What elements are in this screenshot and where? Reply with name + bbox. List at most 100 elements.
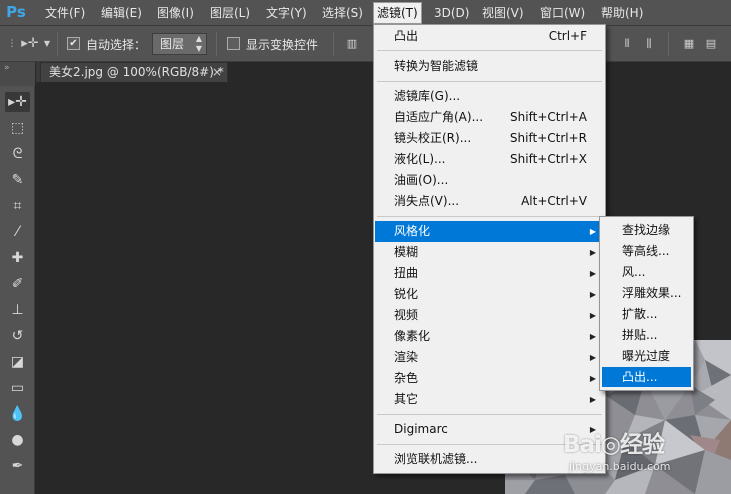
stylize-submenu: 查找边缘 等高线... 风... 浮雕效果... 扩散... 拼贴... 曝光过… xyxy=(599,216,694,391)
auto-select-checkbox[interactable]: ✔ xyxy=(67,37,80,50)
rectangular-marquee-tool-icon[interactable]: ⬚ xyxy=(5,118,30,138)
menu-item-label: 凸出 xyxy=(394,29,419,43)
separator xyxy=(668,32,669,56)
submenu-arrow-icon: ▶ xyxy=(589,269,596,278)
menu-item-stylize[interactable]: 风格化 ▶ xyxy=(375,221,604,242)
menu-window[interactable]: 窗口(W) xyxy=(537,3,588,23)
blur-tool-icon[interactable]: 💧 xyxy=(5,404,30,424)
menu-item-pixelate[interactable]: 像素化 ▶ xyxy=(375,326,604,347)
separator xyxy=(57,32,58,56)
submenu-item-wind[interactable]: 风... xyxy=(602,262,691,282)
menu-item-filter-gallery[interactable]: 滤镜库(G)... xyxy=(375,86,604,107)
gradient-tool-icon[interactable]: ▭ xyxy=(5,378,30,398)
move-tool-preset-icon[interactable]: ▸✛ xyxy=(20,37,40,51)
filter-menu-dropdown: 凸出 Ctrl+F 转换为智能滤镜 滤镜库(G)... 自适应广角(A)... … xyxy=(373,24,606,474)
eraser-tool-icon[interactable]: ◪ xyxy=(5,352,30,372)
eyedropper-tool-icon[interactable]: ⁄ xyxy=(5,222,30,242)
menu-item-lens-correction[interactable]: 镜头校正(R)... Shift+Ctrl+R xyxy=(375,128,604,149)
dodge-tool-icon[interactable]: ● xyxy=(5,430,30,450)
brush-tool-icon[interactable]: ✐ xyxy=(5,274,30,294)
show-transform-controls-checkbox[interactable] xyxy=(227,37,240,50)
menu-item-convert-smart-filters[interactable]: 转换为智能滤镜 xyxy=(375,56,604,77)
menu-item-label: 模糊 xyxy=(394,245,419,259)
separator xyxy=(216,32,217,56)
menu-separator xyxy=(377,50,602,51)
submenu-arrow-icon: ▶ xyxy=(589,395,596,404)
3d-mode-icon[interactable]: ▤ xyxy=(704,37,718,51)
submenu-item-trace-contour[interactable]: 等高线... xyxy=(602,241,691,261)
submenu-item-diffuse[interactable]: 扩散... xyxy=(602,304,691,324)
submenu-item-tiles[interactable]: 拼贴... xyxy=(602,325,691,345)
menu-layer[interactable]: 图层(L) xyxy=(207,3,253,23)
history-brush-tool-icon[interactable]: ↺ xyxy=(5,326,30,346)
chevron-down-icon[interactable]: ▼ xyxy=(42,37,52,51)
submenu-item-extrude[interactable]: 凸出... xyxy=(602,367,691,387)
submenu-arrow-icon: ▶ xyxy=(589,374,596,383)
dropdown-value: 图层 xyxy=(160,37,185,51)
spot-healing-brush-tool-icon[interactable]: ✚ xyxy=(5,248,30,268)
photoshop-logo: Ps xyxy=(6,3,26,21)
close-icon[interactable]: × xyxy=(212,63,222,82)
up-down-arrows-icon: ▲ ▼ xyxy=(195,34,202,53)
document-tab-title: 美女2.jpg @ 100%(RGB/8#) * xyxy=(49,65,224,79)
menu-item-video[interactable]: 视频 ▶ xyxy=(375,305,604,326)
quick-selection-tool-icon[interactable]: ✎ xyxy=(5,170,30,190)
document-tab[interactable]: 美女2.jpg @ 100%(RGB/8#) * × xyxy=(40,62,228,82)
submenu-arrow-icon: ▶ xyxy=(589,248,596,257)
clone-stamp-tool-icon[interactable]: ⊥ xyxy=(5,300,30,320)
menu-item-shortcut: Ctrl+F xyxy=(548,29,587,43)
pen-tool-icon[interactable]: ✒ xyxy=(5,456,30,476)
menu-item-oil-paint[interactable]: 油画(O)... xyxy=(375,170,604,191)
crop-tool-icon[interactable]: ⌗ xyxy=(5,196,30,216)
align-top-edges-icon[interactable]: ▥ xyxy=(345,37,359,51)
menu-item-label: 液化(L)... xyxy=(394,152,446,166)
menu-item-vanishing-point[interactable]: 消失点(V)... Alt+Ctrl+V xyxy=(375,191,604,212)
panel-collapse-icon[interactable]: » xyxy=(0,62,35,86)
menu-item-label: 像素化 xyxy=(394,329,431,343)
distribute-right-edges-icon[interactable]: ⫼ xyxy=(642,37,656,51)
move-tool-icon[interactable]: ▸✛ xyxy=(5,92,30,112)
menu-item-label: 风格化 xyxy=(394,224,431,238)
menu-separator xyxy=(377,414,602,415)
menu-type[interactable]: 文字(Y) xyxy=(263,3,310,23)
menu-item-blur[interactable]: 模糊 ▶ xyxy=(375,242,604,263)
menu-item-liquify[interactable]: 液化(L)... Shift+Ctrl+X xyxy=(375,149,604,170)
menu-item-distort[interactable]: 扭曲 ▶ xyxy=(375,263,604,284)
menu-item-sharpen[interactable]: 锐化 ▶ xyxy=(375,284,604,305)
distribute-horizontal-centers-icon[interactable]: ⫴ xyxy=(620,37,634,51)
menu-item-last-filter[interactable]: 凸出 Ctrl+F xyxy=(375,26,604,47)
lasso-tool-icon[interactable]: ᘓ xyxy=(5,144,30,164)
menu-item-render[interactable]: 渲染 ▶ xyxy=(375,347,604,368)
submenu-arrow-icon: ▶ xyxy=(589,227,596,236)
watermark-logo: Bai◎经验 xyxy=(563,432,665,458)
menu-item-adaptive-wide-angle[interactable]: 自适应广角(A)... Shift+Ctrl+A xyxy=(375,107,604,128)
menu-item-shortcut: Alt+Ctrl+V xyxy=(521,194,587,208)
submenu-item-emboss[interactable]: 浮雕效果... xyxy=(602,283,691,303)
menu-view[interactable]: 视图(V) xyxy=(479,3,527,23)
menu-item-label: 浏览联机滤镜... xyxy=(394,452,478,466)
menu-help[interactable]: 帮助(H) xyxy=(598,3,646,23)
submenu-arrow-icon: ▶ xyxy=(589,353,596,362)
submenu-item-solarize[interactable]: 曝光过度 xyxy=(602,346,691,366)
menu-edit[interactable]: 编辑(E) xyxy=(98,3,145,23)
watermark-url: jingyan.baidu.com xyxy=(569,460,671,473)
auto-align-layers-icon[interactable]: ▦ xyxy=(682,37,696,51)
auto-select-label: 自动选择： xyxy=(86,38,147,52)
menu-select[interactable]: 选择(S) xyxy=(319,3,366,23)
menu-item-label: 其它 xyxy=(394,392,419,406)
menu-3d[interactable]: 3D(D) xyxy=(431,3,472,23)
separator xyxy=(333,32,334,56)
menu-file[interactable]: 文件(F) xyxy=(42,3,88,23)
menu-item-other[interactable]: 其它 ▶ xyxy=(375,389,604,410)
auto-select-target-dropdown[interactable]: 图层 ▲ ▼ xyxy=(152,33,207,55)
options-bar: ⋮ ▸✛ ▼ ✔ 自动选择： 图层 ▲ ▼ 显示变换控件 ▥ ⫴ ⫼ ▦ ▤ xyxy=(0,26,731,62)
submenu-item-find-edges[interactable]: 查找边缘 xyxy=(602,220,691,240)
submenu-arrow-icon: ▶ xyxy=(589,332,596,341)
menu-filter[interactable]: 滤镜(T) xyxy=(373,2,422,24)
menu-item-noise[interactable]: 杂色 ▶ xyxy=(375,368,604,389)
submenu-arrow-icon: ▶ xyxy=(589,311,596,320)
menu-separator xyxy=(377,81,602,82)
baidu-jingyan-watermark: Bai◎经验 jingyan.baidu.com xyxy=(557,425,731,485)
menu-image[interactable]: 图像(I) xyxy=(154,3,197,23)
checkmark-icon: ✔ xyxy=(69,38,78,49)
